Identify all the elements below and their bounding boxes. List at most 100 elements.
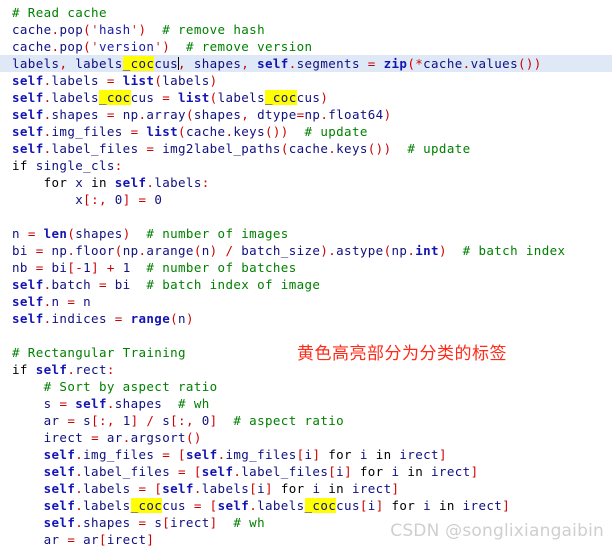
- code-line[interactable]: for x in self.labels:: [0, 174, 612, 191]
- operator-token: =: [193, 498, 202, 513]
- code-line[interactable]: s = self.shapes # wh: [0, 395, 612, 412]
- code-line[interactable]: self.img_files = list(cache.keys()) # up…: [0, 123, 612, 140]
- code-line-blank[interactable]: [0, 327, 612, 344]
- paren-token: (: [185, 107, 194, 122]
- search-match-highlight: _coc: [130, 498, 163, 513]
- comment-token: # number of batches: [146, 260, 297, 275]
- keyword-token: for: [328, 447, 352, 462]
- code-line[interactable]: self.label_files = img2label_paths(cache…: [0, 140, 612, 157]
- attribute-token: labels: [51, 90, 99, 105]
- code-line[interactable]: self.indices = range(n): [0, 310, 612, 327]
- operator-token: =: [130, 124, 139, 139]
- code-line-active[interactable]: labels, labels_coccus, shapes, self.segm…: [0, 55, 612, 72]
- comment-token: # wh: [178, 396, 210, 411]
- dot-token: .: [75, 447, 84, 462]
- comma-token: ,: [106, 413, 115, 428]
- paren-token: (: [83, 22, 92, 37]
- identifier-token: batch_size: [241, 243, 321, 258]
- code-line[interactable]: self.labels = [self.labels[i] for i in i…: [0, 480, 612, 497]
- self-keyword-token: self: [12, 294, 44, 309]
- code-line[interactable]: self.labels_coccus = [self.labels_coccus…: [0, 497, 612, 514]
- code-line[interactable]: irect = ar.argsort(): [0, 429, 612, 446]
- dot-token: .: [288, 56, 297, 71]
- dot-token: .: [43, 277, 52, 292]
- bracket-token: ]: [265, 481, 273, 496]
- paren-token: (: [83, 39, 92, 54]
- code-line[interactable]: nb = bi[-1] + 1 # number of batches: [0, 259, 612, 276]
- code-line[interactable]: self.batch = bi # batch index of image: [0, 276, 612, 293]
- number-token: 0: [154, 192, 163, 207]
- code-line[interactable]: cache.pop('hash') # remove hash: [0, 21, 612, 38]
- comment-token: # Rectangular Training: [12, 345, 186, 360]
- builtin-token: int: [415, 243, 439, 258]
- dot-token: .: [249, 498, 258, 513]
- code-line[interactable]: self.labels_coccus = list(labels_coccus): [0, 89, 612, 106]
- keyword-token: in: [91, 175, 107, 190]
- code-line[interactable]: self.shapes = np.array(shapes, dtype=np.…: [0, 106, 612, 123]
- identifier-token: shapes: [75, 226, 123, 241]
- code-line[interactable]: self.labels = list(labels): [0, 72, 612, 89]
- operator-token: =: [106, 107, 115, 122]
- identifier-token: cus: [336, 498, 360, 513]
- code-line[interactable]: # Sort by aspect ratio: [0, 378, 612, 395]
- code-line[interactable]: bi = np.floor(np.arange(n) / batch_size)…: [0, 242, 612, 259]
- identifier-token: np: [304, 107, 321, 122]
- paren-token: ): [209, 73, 218, 88]
- identifier-token: irect: [431, 464, 471, 479]
- operator-token: =: [178, 464, 186, 479]
- dot-token: .: [75, 481, 84, 496]
- code-line[interactable]: cache.pop('version') # remove version: [0, 38, 612, 55]
- quote-token: ': [91, 22, 99, 37]
- attribute-token: label_files: [241, 464, 329, 479]
- dot-token: .: [75, 515, 84, 530]
- bracket-token: [: [209, 498, 218, 513]
- code-line[interactable]: self.img_files = [self.img_files[i] for …: [0, 446, 612, 463]
- identifier-token: s: [83, 413, 92, 428]
- code-line[interactable]: if single_cls:: [0, 157, 612, 174]
- comment-token: # aspect ratio: [233, 413, 345, 428]
- self-keyword-token: self: [12, 311, 44, 326]
- operator-token: =: [162, 90, 171, 105]
- search-match-highlight: _coc: [265, 90, 297, 105]
- operator-token: =: [91, 430, 99, 445]
- colon-token: :: [106, 362, 115, 377]
- code-line[interactable]: self.n = n: [0, 293, 612, 310]
- identifier-token: ar: [43, 413, 60, 428]
- attribute-token: segments: [296, 56, 360, 71]
- code-line[interactable]: # Read cache: [0, 4, 612, 21]
- number-token: 1: [122, 413, 131, 428]
- identifier-token: nb: [12, 260, 28, 275]
- dot-token: .: [462, 56, 471, 71]
- code-line[interactable]: ar = s[:, 1] / s[:, 0] # aspect ratio: [0, 412, 612, 429]
- self-keyword-token: self: [43, 498, 76, 513]
- dot-token: .: [193, 481, 202, 496]
- identifier-token: shapes: [193, 107, 242, 122]
- code-line[interactable]: self.label_files = [self.label_files[i] …: [0, 463, 612, 480]
- operator-token: -: [75, 260, 84, 275]
- bracket-token: [: [178, 447, 186, 462]
- code-line[interactable]: x[:, 0] = 0: [0, 191, 612, 208]
- paren-token: ): [320, 90, 329, 105]
- identifier-token: np: [51, 243, 68, 258]
- code-line-blank[interactable]: [0, 208, 612, 225]
- identifier-token: irect: [43, 430, 84, 445]
- code-line[interactable]: n = len(shapes) # number of images: [0, 225, 612, 242]
- code-editor[interactable]: # Read cache cache.pop('hash') # remove …: [0, 0, 612, 559]
